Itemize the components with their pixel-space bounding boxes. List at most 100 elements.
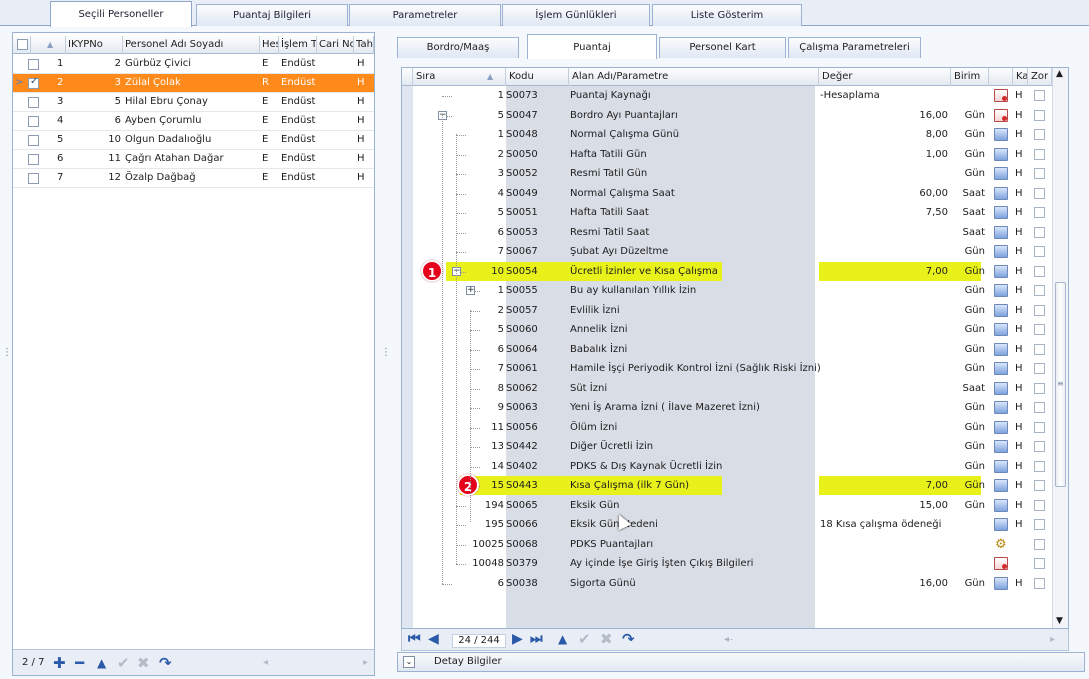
detay-bilgiler-bar[interactable]: ⌄ Detay Bilgiler [397,652,1085,672]
table-row[interactable]: 5 S0051 Hafta Tatili Saat 7,50 Saat H [402,203,1052,223]
zorunlu-checkbox[interactable] [1034,207,1045,218]
zorunlu-checkbox[interactable] [1034,285,1045,296]
tab-liste-gosterim[interactable]: Liste Gösterim [652,4,802,26]
row-checkbox[interactable] [28,116,39,127]
edit-record-icon[interactable] [994,362,1008,375]
calculate-record-icon[interactable] [994,89,1008,102]
edit-record-icon[interactable] [994,128,1008,141]
table-row[interactable]: 3 S0052 Resmi Tatil Gün Gün H [402,164,1052,184]
row-checkbox[interactable] [28,97,39,108]
table-row[interactable]: 2 15 S0443 Kısa Çalışma (ilk 7 Gün) 7,00 Gün H [402,474,1052,496]
cancel-icon[interactable]: ✖ [137,654,150,672]
scroll-thumb[interactable]: ≡ [1055,282,1066,487]
table-row[interactable]: 2 S0050 Hafta Tatili Gün 1,00 Gün H [402,145,1052,165]
table-row[interactable]: 6 11 Çağrı Atahan Dağar E Endüst H [13,150,374,169]
table-row[interactable]: 1 2 Gürbüz Çivici E Endüst H [13,55,374,74]
tab-secili-personeller[interactable]: Seçili Personeller [50,1,192,27]
table-row[interactable]: 4 S0049 Normal Çalışma Saat 60,00 Saat H [402,184,1052,204]
edit-record-icon[interactable] [994,303,1008,317]
confirm-icon[interactable]: ✔ [117,654,130,672]
edit-record-icon[interactable] [994,401,1008,414]
edit-record-icon[interactable] [994,167,1008,180]
refresh-icon[interactable]: ↷ [159,654,172,672]
table-row[interactable]: 7 S0061 Hamile İşçi Periyodik Kontrol İzni… [402,359,1052,379]
tab-puantaj[interactable]: Puantaj [527,34,657,59]
table-row[interactable]: 6 S0038 Sigorta Günü 16,00 Gün H [402,574,1052,594]
refresh-icon[interactable]: ↷ [622,630,635,648]
zorunlu-checkbox[interactable] [1034,168,1045,179]
zorunlu-checkbox[interactable] [1034,538,1045,550]
col-birim[interactable]: Birim [951,68,989,86]
hscroll-right-icon[interactable]: ▸ [1050,634,1055,645]
table-row[interactable]: 13 S0442 Diğer Ücretli İzin Gün H [402,437,1052,457]
edit-record-icon[interactable] [994,225,1008,239]
table-row[interactable]: −1 10 S0054 Ücretli İzinler ve Kısa Çalışma… [402,259,1052,282]
select-all-header[interactable] [13,36,31,54]
zorunlu-checkbox[interactable] [1034,187,1045,199]
table-row[interactable]: 5 S0060 Annelik İzni Gün H [402,320,1052,340]
edit-record-icon[interactable] [994,498,1008,512]
zorunlu-checkbox[interactable] [1034,265,1045,277]
row-checkbox[interactable] [28,154,39,165]
table-row[interactable]: 7 12 Özalp Dağbağ E Endüst H [13,169,374,188]
zorunlu-checkbox[interactable] [1034,148,1045,160]
zorunlu-checkbox[interactable] [1034,519,1045,530]
edit-record-icon[interactable] [994,323,1008,336]
calculate-record-icon[interactable] [994,108,1008,122]
tab-calisma-parametreleri[interactable]: Çalışma Parametreleri [788,37,921,58]
zorunlu-checkbox[interactable] [1034,363,1045,374]
move-up-icon[interactable]: ▲ [97,656,106,670]
cancel-icon[interactable]: ✖ [600,630,613,648]
hscroll-right-icon[interactable]: ▸ [363,657,368,668]
table-row[interactable]: 4 6 Ayben Çorumlu E Endüst H [13,112,374,131]
tab-parametreler[interactable]: Parametreler [349,4,501,26]
row-checkbox[interactable] [28,135,39,146]
col-alan-adi[interactable]: Alan Adı/Parametre [569,68,819,86]
col-islem[interactable]: İşlem T [279,36,317,54]
table-row[interactable]: 10025 S0068 PDKS Puantajları ⚙ [402,535,1052,555]
tab-bordro-maas[interactable]: Bordro/Maaş [397,37,519,58]
table-row[interactable]: 9 S0063 Yeni İş Arama İzni ( İlave Mazeret… [402,398,1052,418]
zorunlu-checkbox[interactable] [1034,382,1045,394]
edit-record-icon[interactable] [994,342,1008,356]
row-checkbox[interactable] [28,76,39,89]
table-row[interactable]: +1 S0055 Bu ay kullanılan Yıllık İzin Gün H [402,281,1052,301]
zorunlu-checkbox[interactable] [1034,480,1045,491]
tab-puantaj-bilgileri[interactable]: Puantaj Bilgileri [196,4,348,26]
table-row[interactable]: 10048 S0379 Ay içinde İşe Giriş İşten Çıkı… [402,554,1052,574]
tab-islem-gunlukleri[interactable]: İşlem Günlükleri [502,4,650,26]
table-row[interactable]: 3 5 Hilal Ebru Çonay E Endüst H [13,93,374,112]
first-record-icon[interactable]: ⏮ [408,631,421,647]
zorunlu-checkbox[interactable] [1034,90,1045,101]
col-personel-adi[interactable]: Personel Adı Soyadı [123,36,260,54]
tab-personel-kart[interactable]: Personel Kart [659,37,786,58]
edit-record-icon[interactable] [994,284,1008,297]
table-row[interactable]: 1 S0073 Puantaj Kaynağı -Hesaplama H [402,86,1052,106]
table-row[interactable]: 7 S0067 Şubat Ayı Düzeltme Gün H [402,242,1052,262]
table-row[interactable]: 195 S0066 Eksik Gün Nedeni 18 Kısa çalışma … [402,515,1052,535]
gear-icon[interactable]: ⚙ [995,535,1007,554]
zorunlu-checkbox[interactable] [1034,109,1045,121]
last-record-icon[interactable]: ⏭ [530,631,543,647]
edit-record-icon[interactable] [994,206,1008,219]
scroll-up-icon[interactable]: ▲ [1056,69,1063,79]
table-row[interactable]: 6 S0053 Resmi Tatil Saat Saat H [402,223,1052,243]
col-zor[interactable]: Zor [1028,68,1052,86]
left-splitter-handle[interactable]: ⋮ [2,347,12,358]
scroll-down-icon[interactable]: ▼ [1056,616,1063,626]
edit-record-icon[interactable] [994,245,1008,258]
col-hes[interactable]: Hes [260,36,279,54]
col-tah[interactable]: Tah [354,36,374,54]
col-deger[interactable]: Değer [819,68,951,86]
edit-record-icon[interactable] [994,459,1008,473]
prev-record-icon[interactable]: ◀ [428,631,439,647]
zorunlu-checkbox[interactable] [1034,304,1045,316]
row-checkbox[interactable] [28,59,39,70]
edit-record-icon[interactable] [994,147,1008,161]
zorunlu-checkbox[interactable] [1034,343,1045,355]
table-row[interactable]: 2 S0057 Evlilik İzni Gün H [402,301,1052,321]
zorunlu-checkbox[interactable] [1034,460,1045,472]
zorunlu-checkbox[interactable] [1034,246,1045,257]
col-cari-no[interactable]: Cari No [317,36,354,54]
confirm-icon[interactable]: ✔ [578,630,591,648]
